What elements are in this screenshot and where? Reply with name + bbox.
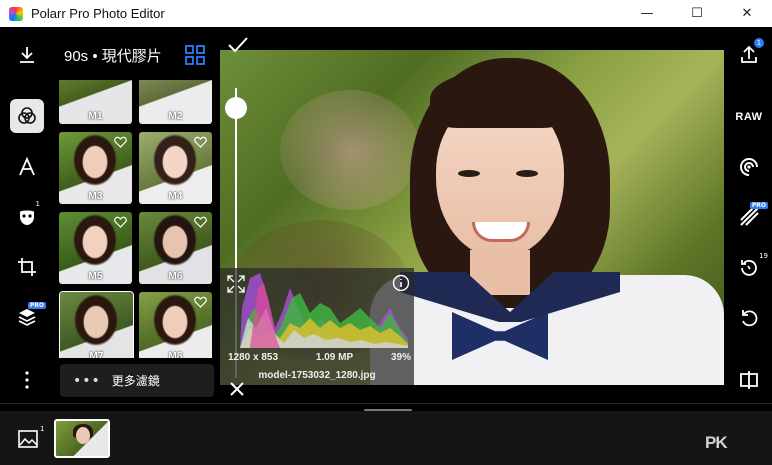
compare-icon (740, 371, 758, 389)
watermark-logo: PK (705, 433, 728, 452)
history-count: 19 (759, 252, 768, 260)
layers-tool-button[interactable]: PRO (10, 300, 46, 334)
more-options-button[interactable] (10, 363, 44, 397)
filters-icon (18, 107, 36, 124)
maximize-button[interactable]: ☐ (672, 0, 722, 27)
history-button[interactable]: 19 (734, 252, 768, 282)
right-toolbar: 1 RAW PRO 19 (724, 28, 772, 403)
left-toolbar: 1 PRO (0, 28, 53, 403)
title-bar: Polarr Pro Photo Editor — ☐ ✕ (0, 0, 772, 27)
panel-separator (0, 403, 772, 412)
favorite-heart-icon[interactable] (114, 136, 127, 148)
grid-icon (185, 45, 205, 65)
effects-tool-button[interactable]: 1 (10, 200, 44, 234)
text-icon (19, 156, 35, 176)
filter-thumbnail-grid: M1 M2 M3 M4 M5 M6 M7 M8 (59, 80, 215, 358)
filter-thumb-m2[interactable]: M2 (139, 80, 212, 124)
download-icon (20, 47, 34, 63)
image-stats: 1280 x 853 1.09 MP 39% (228, 352, 411, 363)
more-dots-icon: ••• (73, 372, 101, 389)
bottom-filmstrip: 1 PK (0, 411, 772, 465)
expand-icon[interactable] (227, 275, 245, 293)
crop-icon (18, 258, 36, 276)
filter-thumb-m1[interactable]: M1 (59, 80, 132, 124)
filter-thumb-m3[interactable]: M3 (59, 132, 132, 204)
vertical-dots-icon (25, 371, 29, 389)
favorite-heart-icon[interactable] (194, 136, 207, 148)
face-mask-icon (20, 210, 34, 225)
spiral-icon (740, 158, 758, 176)
filmstrip-thumbnail[interactable] (54, 419, 110, 458)
zoom-level: 39% (390, 352, 411, 363)
filter-thumb-m4[interactable]: M4 (139, 132, 212, 204)
apply-check-icon[interactable] (227, 36, 249, 54)
filters-tool-button[interactable] (10, 99, 44, 133)
minimize-button[interactable]: — (622, 0, 672, 27)
info-icon[interactable] (392, 274, 410, 292)
gallery-button[interactable]: 1 (18, 425, 44, 454)
export-badge: 1 (754, 38, 764, 48)
photo-canvas[interactable]: 1280 x 853 1.09 MP 39% model-1753032_128… (220, 28, 724, 403)
crop-tool-button[interactable] (10, 250, 44, 284)
filter-thumb-m6[interactable]: M6 (139, 212, 212, 284)
download-button[interactable] (10, 38, 44, 72)
auto-enhance-button[interactable] (734, 153, 764, 181)
filter-thumb-m8[interactable]: M8 (139, 292, 212, 358)
text-tool-button[interactable] (10, 150, 44, 184)
more-filters-button[interactable]: ••• 更多濾鏡 (60, 364, 214, 397)
raw-label: RAW (735, 111, 763, 123)
more-filters-label: 更多濾鏡 (111, 374, 160, 388)
histogram-panel: 1280 x 853 1.09 MP 39% model-1753032_128… (220, 268, 414, 385)
grid-view-button[interactable] (185, 45, 205, 70)
favorite-heart-icon[interactable] (114, 216, 127, 228)
filter-panel: 90s • 現代膠片 M1 M2 M3 M4 M5 M6 M7 M8 ••• 更… (53, 28, 220, 403)
retouch-pro-badge: PRO (749, 202, 768, 209)
image-resolution: 1280 x 853 (228, 352, 279, 363)
history-icon (741, 260, 757, 276)
layers-pro-badge: PRO (27, 302, 46, 309)
favorite-heart-icon[interactable] (194, 296, 207, 308)
image-gallery-icon (18, 430, 38, 448)
filter-collection-title: 90s • 現代膠片 (64, 48, 162, 65)
undo-button[interactable] (734, 304, 764, 332)
image-filename: model-1753032_1280.jpg (258, 370, 376, 381)
effects-badge: 1 (35, 200, 40, 208)
close-window-button[interactable]: ✕ (722, 0, 772, 27)
raw-button[interactable]: RAW (734, 103, 764, 131)
app-logo-icon (9, 6, 23, 21)
filter-thumb-m7[interactable]: M7 (59, 291, 134, 358)
gallery-badge: 1 (40, 425, 45, 433)
favorite-heart-icon[interactable] (194, 216, 207, 228)
filter-thumb-m5[interactable]: M5 (59, 212, 132, 284)
window-controls: — ☐ ✕ (622, 0, 772, 27)
compare-button[interactable] (734, 366, 764, 394)
cancel-x-icon[interactable] (229, 381, 245, 397)
layers-icon (18, 309, 36, 326)
export-button[interactable]: 1 (734, 38, 764, 68)
histogram-graph (240, 273, 408, 348)
image-megapixels: 1.09 MP (315, 352, 354, 363)
undo-icon (742, 310, 758, 327)
window-title: Polarr Pro Photo Editor (31, 6, 165, 21)
retouch-button[interactable]: PRO (734, 202, 768, 230)
